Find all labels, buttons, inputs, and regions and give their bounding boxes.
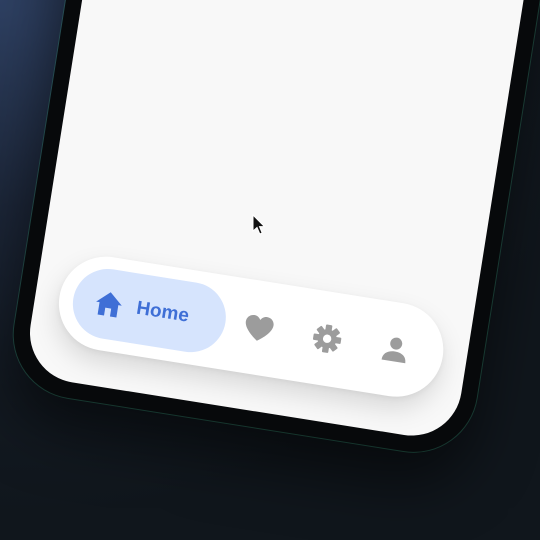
phone-frame: Home xyxy=(4,0,540,462)
mouse-cursor-icon xyxy=(252,214,266,235)
desktop-background: Home xyxy=(0,0,540,540)
phone-screen: Home xyxy=(22,0,540,443)
nav-item-home[interactable]: Home xyxy=(67,263,231,358)
nav-item-settings[interactable] xyxy=(288,299,367,379)
home-icon xyxy=(93,289,125,319)
heart-icon xyxy=(242,312,276,343)
gear-icon xyxy=(310,322,344,356)
nav-item-favorites[interactable] xyxy=(220,288,299,368)
nav-item-profile[interactable] xyxy=(356,310,435,390)
nav-home-label: Home xyxy=(134,297,191,327)
person-icon xyxy=(380,335,410,365)
